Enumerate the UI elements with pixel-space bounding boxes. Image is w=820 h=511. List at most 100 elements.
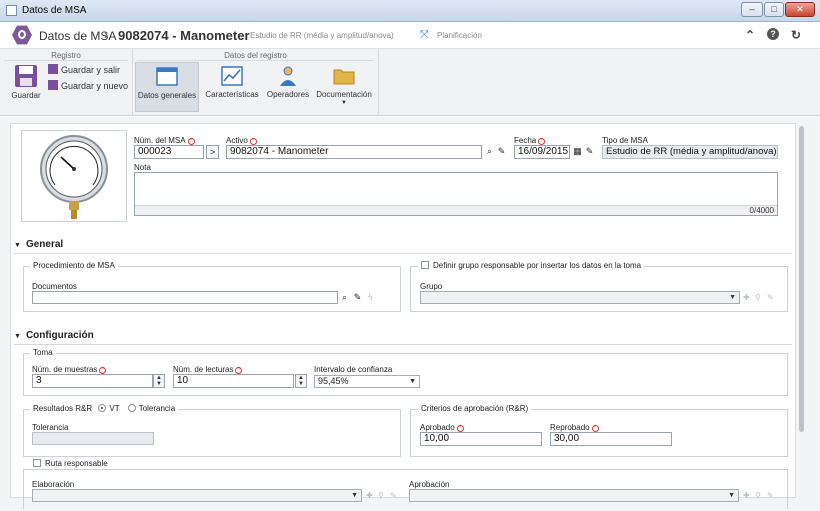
maximize-button[interactable]: □ [764, 2, 784, 17]
rejected-input[interactable]: 30,00 [550, 432, 672, 446]
elaboration-select[interactable]: ▼ [32, 489, 362, 502]
planning-icon[interactable]: ⤧ [420, 29, 432, 41]
clear-icon[interactable]: ✎ [495, 145, 508, 159]
checkbox-icon[interactable] [421, 261, 429, 269]
tab-operadores[interactable]: Operadores [264, 65, 312, 99]
route-checkbox[interactable]: Ruta responsable [30, 459, 111, 468]
approved-input[interactable]: 10,00 [420, 432, 542, 446]
num-msa-input[interactable]: 000023 [134, 145, 204, 159]
page-title: 9082074 - Manometer [118, 28, 250, 43]
tolerance-input [32, 432, 154, 445]
rr-option-tolerancia[interactable]: Tolerancia [127, 404, 175, 413]
samples-label: Núm. de muestras * [32, 365, 107, 374]
save-exit-label: Guardar y salir [61, 65, 121, 75]
asset-label: Activo * [226, 136, 257, 145]
floppy-icon [15, 65, 37, 87]
close-button[interactable]: ✕ [785, 2, 815, 17]
save-exit-button[interactable]: Guardar y salir [48, 64, 120, 75]
save-new-icon [48, 80, 58, 90]
ribbon-group-line [137, 60, 374, 61]
save-button[interactable]: Guardar [8, 64, 44, 100]
group-fieldset [410, 266, 788, 312]
samples-input[interactable]: 3 [32, 374, 153, 388]
checkbox-icon[interactable] [33, 459, 41, 467]
rr-option-vt[interactable]: VT [98, 404, 119, 413]
binoculars-icon[interactable]: ⚲ [755, 491, 761, 500]
radio-icon[interactable] [127, 404, 136, 412]
note-counter: 0/4000 [135, 205, 777, 215]
confidence-select[interactable]: 95,45% ▼ [314, 375, 420, 388]
scrollbar-thumb[interactable] [799, 126, 804, 432]
rr-legend: Resultados R&R VT Tolerancia [30, 404, 179, 413]
tab-datos-generales-label: Datos generales [137, 91, 197, 100]
samples-stepper[interactable]: ▲ ▼ [153, 374, 165, 388]
ribbon-toolbar: Registro Datos del registro Guardar Guar… [0, 49, 820, 116]
note-label: Nota [134, 163, 151, 172]
breadcrumb-separator: › [104, 27, 109, 42]
clear-icon[interactable]: ✎ [390, 491, 397, 500]
folder-icon [333, 69, 355, 85]
documents-lightning-icon[interactable]: ϟ [364, 291, 377, 305]
next-arrow-icon[interactable]: > [206, 145, 219, 159]
dropdown-arrow-icon[interactable]: ▼ [314, 100, 374, 106]
tab-documentacion[interactable]: Documentación ▼ [314, 65, 374, 106]
save-new-label: Guardar y nuevo [61, 81, 129, 91]
note-textarea[interactable]: 0/4000 [134, 172, 778, 216]
documents-search-icon[interactable]: ⌕ [338, 291, 351, 305]
documents-input[interactable] [32, 291, 338, 304]
collapse-icon[interactable]: ⌃ [745, 28, 755, 42]
collapse-triangle-icon: ▼ [14, 333, 21, 340]
collapse-triangle-icon: ▼ [14, 242, 21, 249]
planning-link[interactable]: Planificación [437, 31, 482, 40]
clear-date-icon[interactable]: ✎ [583, 145, 596, 159]
documents-clear-icon[interactable]: ✎ [351, 291, 364, 305]
help-icon[interactable]: ? [767, 28, 779, 40]
clear-group-icon[interactable]: ✎ [767, 293, 774, 302]
procedure-legend: Procedimiento de MSA [30, 261, 118, 270]
tab-datos-generales[interactable]: Datos generales [135, 62, 199, 112]
save-new-button[interactable]: Guardar y nuevo [48, 80, 128, 91]
binoculars-icon[interactable]: ⚲ [755, 293, 761, 302]
ribbon-group-datos: Datos del registro [224, 51, 287, 60]
add-icon[interactable]: ✚ [366, 491, 373, 500]
approval-select[interactable]: ▼ [409, 489, 739, 502]
tab-caracteristicas[interactable]: Características [201, 65, 263, 99]
refresh-icon[interactable]: ↻ [791, 28, 801, 42]
window-title: Datos de MSA [22, 5, 87, 16]
readings-label: Núm. de lecturas * [173, 365, 243, 374]
vertical-scrollbar[interactable] [798, 123, 806, 498]
tolerance-label: Tolerancia [32, 423, 69, 432]
clear-icon[interactable]: ✎ [767, 491, 774, 500]
add-icon[interactable]: ✚ [743, 491, 750, 500]
chevron-down-icon: ▼ [351, 492, 358, 499]
chart-line-icon [221, 66, 243, 86]
ribbon-group-line [4, 60, 128, 61]
operator-icon [280, 66, 296, 86]
chevron-down-icon: ▼ [409, 378, 416, 385]
num-msa-label: Núm. del MSA * [134, 136, 195, 145]
readings-input[interactable]: 10 [173, 374, 294, 388]
section-configuracion[interactable]: ▼ Configuración [14, 330, 94, 341]
approved-label: Aprobado * [420, 423, 464, 432]
save-exit-icon [48, 64, 58, 74]
documents-label: Documentos [32, 282, 77, 291]
app-logo-icon [12, 25, 32, 45]
group-select[interactable]: ▼ [420, 291, 740, 304]
date-input[interactable]: 16/09/2015 [514, 145, 570, 159]
tab-documentacion-label: Documentación [316, 90, 372, 99]
add-icon[interactable]: ✚ [743, 293, 750, 302]
group-label: Grupo [420, 282, 443, 291]
confidence-label: Intervalo de confianza [314, 365, 393, 374]
page-subtitle: Estudio de RR (média y amplitud/anova) [250, 31, 394, 40]
define-group-checkbox[interactable]: Definir grupo responsable por insertar l… [418, 261, 645, 270]
criteria-legend: Criterios de aprobación (R&R) [418, 404, 532, 413]
radio-icon[interactable] [98, 404, 107, 412]
minimize-button[interactable]: – [741, 2, 763, 17]
approval-label: Aprobación [409, 480, 450, 489]
section-general[interactable]: ▼ General [14, 239, 63, 250]
window-titlebar: Datos de MSA – □ ✕ [0, 0, 820, 22]
binoculars-icon[interactable]: ⚲ [378, 491, 384, 500]
readings-stepper[interactable]: ▲ ▼ [295, 374, 307, 388]
msa-type-label: Tipo de MSA [602, 136, 648, 145]
asset-input[interactable]: 9082074 - Manometer [226, 145, 482, 159]
